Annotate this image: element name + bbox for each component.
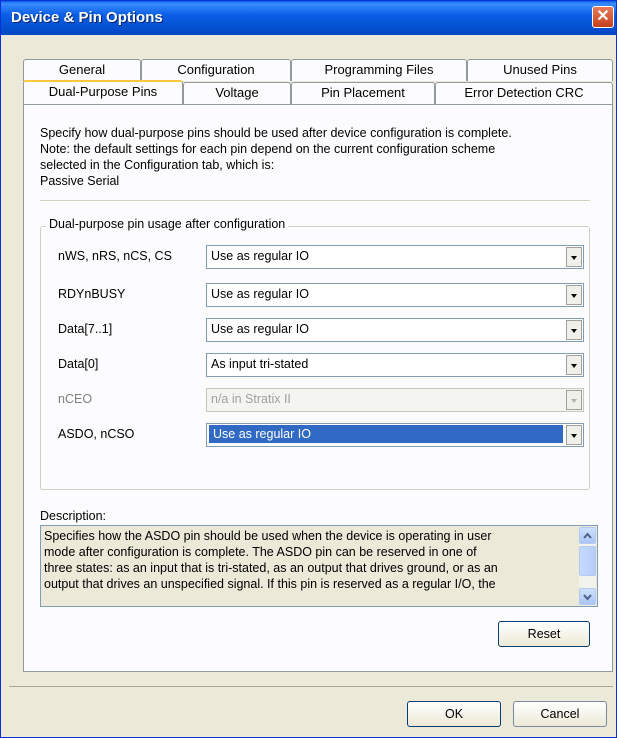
intro-line: Specify how dual-purpose pins should be … <box>40 126 512 140</box>
select-value: Use as regular IO <box>211 249 309 263</box>
footer-separator <box>9 686 613 687</box>
scroll-thumb[interactable] <box>579 546 596 576</box>
description-text: Specifies how the ASDO pin should be use… <box>44 528 572 592</box>
chevron-down-icon[interactable] <box>566 285 582 305</box>
label-data-0: Data[0] <box>58 357 99 371</box>
label-rdynbusy: RDYnBUSY <box>58 287 126 301</box>
tab-dual-purpose-pins[interactable]: Dual-Purpose Pins <box>23 80 183 104</box>
select-asdo-ncso[interactable]: Use as regular IO <box>206 423 584 447</box>
description-line: mode after configuration is complete. Th… <box>44 545 477 559</box>
label-nceo: nCEO <box>58 392 93 406</box>
intro-line: Note: the default settings for each pin … <box>40 142 496 156</box>
close-button[interactable]: ✕ <box>592 6 614 28</box>
tab-voltage[interactable]: Voltage <box>183 82 291 104</box>
select-nceo: n/a in Stratix II <box>206 388 584 412</box>
description-line: Specifies how the ASDO pin should be use… <box>44 529 492 543</box>
tab-panel: Specify how dual-purpose pins should be … <box>23 104 613 672</box>
select-data-7-1[interactable]: Use as regular IO <box>206 318 584 342</box>
chevron-up-icon <box>583 532 592 539</box>
select-value: Use as regular IO <box>211 287 309 301</box>
select-value: Use as regular IO <box>209 425 563 443</box>
select-value: Use as regular IO <box>211 322 309 336</box>
label-data-7-1: Data[7..1] <box>58 322 113 336</box>
description-scrollbar[interactable] <box>579 527 596 605</box>
chevron-down-icon[interactable] <box>566 355 582 375</box>
reset-button[interactable]: Reset <box>498 621 590 647</box>
window-title: Device & Pin Options <box>11 9 163 26</box>
select-value: n/a in Stratix II <box>211 392 291 406</box>
tab-unused-pins[interactable]: Unused Pins <box>467 59 613 81</box>
chevron-down-icon <box>566 390 582 410</box>
chevron-down-icon <box>583 594 592 601</box>
chevron-down-icon[interactable] <box>566 425 582 445</box>
scroll-up-button[interactable] <box>579 527 596 544</box>
select-rdynbusy[interactable]: Use as regular IO <box>206 283 584 307</box>
intro-text: Specify how dual-purpose pins should be … <box>40 125 580 189</box>
select-data-0[interactable]: As input tri-stated <box>206 353 584 377</box>
tab-pin-placement[interactable]: Pin Placement <box>291 82 435 104</box>
tab-error-detection-crc[interactable]: Error Detection CRC <box>435 82 613 104</box>
description-label: Description: <box>40 509 106 523</box>
label-asdo-ncso: ASDO, nCSO <box>58 427 135 441</box>
close-icon: ✕ <box>596 8 610 25</box>
cancel-button[interactable]: Cancel <box>513 701 607 727</box>
tab-configuration[interactable]: Configuration <box>141 59 291 81</box>
tab-programming-files[interactable]: Programming Files <box>291 59 467 81</box>
select-nws-nrs-ncs-cs[interactable]: Use as regular IO <box>206 245 584 269</box>
intro-line: selected in the Configuration tab, which… <box>40 158 275 172</box>
description-box[interactable]: Specifies how the ASDO pin should be use… <box>40 525 598 607</box>
separator <box>40 200 590 202</box>
ok-button[interactable]: OK <box>407 701 501 727</box>
config-scheme: Passive Serial <box>40 174 120 188</box>
select-value: As input tri-stated <box>211 357 309 371</box>
description-line: three states: as an input that is tri-st… <box>44 561 498 575</box>
label-nws-nrs-ncs-cs: nWS, nRS, nCS, CS <box>58 249 172 263</box>
tab-general[interactable]: General <box>23 59 141 81</box>
chevron-down-icon[interactable] <box>566 247 582 267</box>
chevron-down-icon[interactable] <box>566 320 582 340</box>
description-line: output that drives an unspecified signal… <box>44 577 496 591</box>
device-pin-options-dialog: Device & Pin Options ✕ General Configura… <box>0 0 617 738</box>
scroll-down-button[interactable] <box>579 588 596 605</box>
title-bar[interactable]: Device & Pin Options ✕ <box>1 1 616 35</box>
group-label: Dual-purpose pin usage after configurati… <box>46 217 289 231</box>
